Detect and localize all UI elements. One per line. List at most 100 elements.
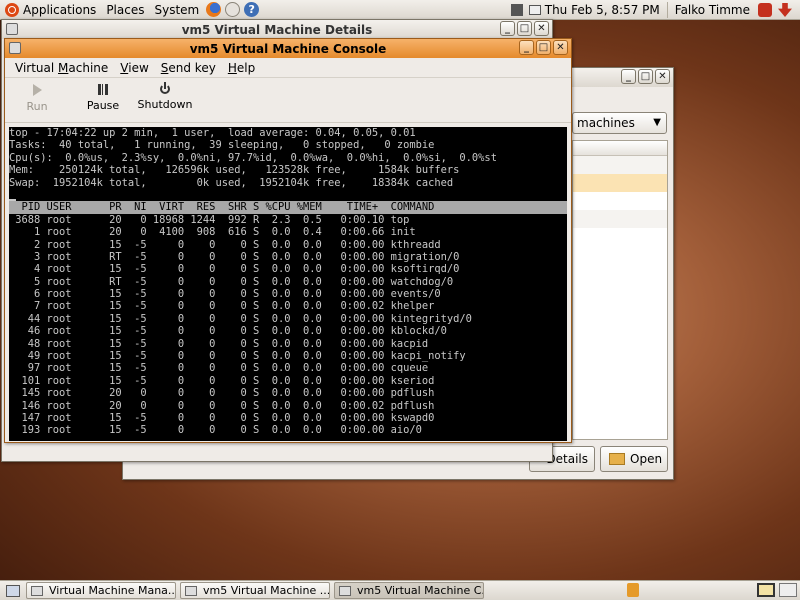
top-summary-line: Tasks: 40 total, 1 running, 39 sleeping,…	[9, 139, 435, 152]
applications-label: Applications	[23, 2, 97, 17]
power-icon[interactable]	[778, 3, 792, 17]
process-table-header: PID USER PR NI VIRT RES SHR S %CPU %MEM …	[9, 201, 567, 214]
close-button[interactable]: ✕	[553, 40, 568, 55]
taskbar-item-vm-console[interactable]: vm5 Virtual Machine C...	[334, 582, 484, 599]
vm-console-screen[interactable]: top - 17:04:22 up 2 min, 1 user, load av…	[9, 127, 567, 441]
process-row: 1 root 20 0 4100 908 616 S 0.0 0.4 0:00.…	[9, 226, 416, 239]
bottom-panel: Virtual Machine Mana... vm5 Virtual Mach…	[0, 580, 800, 600]
applications-menu[interactable]: Applications	[0, 0, 101, 20]
run-button[interactable]: Run	[15, 78, 59, 113]
list-row[interactable]	[573, 192, 667, 210]
vm-window-icon	[339, 585, 351, 596]
clock[interactable]: Thu Feb 5, 8:57 PM	[545, 0, 664, 20]
workspace-1-icon[interactable]	[757, 583, 775, 597]
minimize-button[interactable]: _	[519, 40, 534, 55]
list-row[interactable]	[573, 156, 667, 174]
cursor-line	[9, 189, 567, 202]
process-row: 44 root 15 -5 0 0 0 S 0.0 0.0 0:00.00 ki…	[9, 312, 472, 325]
process-row: 193 root 15 -5 0 0 0 S 0.0 0.0 0:00.00 a…	[9, 424, 422, 437]
list-header[interactable]	[573, 141, 667, 156]
process-row: 4 root 15 -5 0 0 0 S 0.0 0.0 0:00.00 kso…	[9, 263, 460, 276]
workspace-2-icon[interactable]	[779, 583, 797, 597]
folder-open-icon	[609, 453, 625, 465]
ubuntu-logo-icon	[5, 2, 19, 17]
shutdown-label: Shutdown	[137, 98, 193, 111]
top-summary-line: Mem: 250124k total, 126596k used, 123528…	[9, 164, 460, 177]
process-row: 7 root 15 -5 0 0 0 S 0.0 0.0 0:00.02 khe…	[9, 300, 435, 313]
process-row: 5 root RT -5 0 0 0 S 0.0 0.0 0:00.00 wat…	[9, 275, 454, 288]
taskbar-item-vm-manager[interactable]: Virtual Machine Mana...	[26, 582, 176, 599]
menu-text: achine	[68, 60, 109, 75]
menu-text: elp	[236, 60, 256, 75]
shutdown-icon	[160, 82, 170, 94]
process-row: 49 root 15 -5 0 0 0 S 0.0 0.0 0:00.00 ka…	[9, 350, 466, 363]
process-row: 48 root 15 -5 0 0 0 S 0.0 0.0 0:00.00 ka…	[9, 337, 429, 350]
console-titlebar[interactable]: vm5 Virtual Machine Console _ □ ✕	[5, 39, 571, 58]
menu-text: Virtual	[15, 60, 59, 75]
vm-window-icon	[6, 23, 18, 35]
vm-window-icon	[9, 42, 21, 54]
list-row[interactable]	[573, 210, 667, 228]
vm-list[interactable]	[572, 140, 668, 440]
play-icon	[32, 84, 42, 96]
minimize-button[interactable]: _	[621, 69, 636, 84]
taskbar-label: vm5 Virtual Machine C...	[357, 584, 484, 597]
menu-view[interactable]: View	[114, 61, 154, 75]
close-button[interactable]: ✕	[534, 21, 549, 36]
top-summary-line: Cpu(s): 0.0%us, 2.3%sy, 0.0%ni, 97.7%id,…	[9, 151, 497, 164]
menu-send-key[interactable]: Send key	[155, 61, 222, 75]
network-icon[interactable]	[510, 4, 523, 16]
console-menubar: Virtual Machine View Send key Help	[5, 58, 571, 78]
open-label: Open	[630, 452, 663, 466]
panel-separator	[666, 2, 668, 18]
menu-mnemonic: M	[58, 60, 69, 75]
list-row-selected[interactable]	[573, 174, 667, 192]
vm-console-window: vm5 Virtual Machine Console _ □ ✕ Virtua…	[4, 38, 572, 443]
process-row: 97 root 15 -5 0 0 0 S 0.0 0.0 0:00.00 cq…	[9, 362, 429, 375]
vm-window-icon	[31, 585, 43, 596]
machines-combo[interactable]: machines ▼	[572, 112, 667, 134]
top-panel: Applications Places System ? Thu Feb 5, …	[0, 0, 800, 20]
minimize-button[interactable]: _	[500, 21, 515, 36]
menu-help[interactable]: Help	[222, 61, 261, 75]
taskbar-label: vm5 Virtual Machine ...	[203, 584, 330, 597]
close-button[interactable]: ✕	[655, 69, 670, 84]
menu-text: end key	[168, 60, 216, 75]
show-desktop-icon[interactable]	[6, 584, 20, 597]
vm-window-icon	[185, 585, 197, 596]
help-icon[interactable]: ?	[244, 2, 260, 17]
details-titlebar[interactable]: vm5 Virtual Machine Details _ □ ✕	[2, 20, 552, 39]
process-row: 3 root RT -5 0 0 0 S 0.0 0.0 0:00.00 mig…	[9, 250, 460, 263]
lock-icon[interactable]	[627, 583, 639, 597]
process-row: 3688 root 20 0 18968 1244 992 R 2.3 0.5 …	[9, 213, 410, 226]
process-row: 2 root 15 -5 0 0 0 S 0.0 0.0 0:00.00 kth…	[9, 238, 441, 251]
maximize-button[interactable]: □	[517, 21, 532, 36]
maximize-button[interactable]: □	[638, 69, 653, 84]
console-title: vm5 Virtual Machine Console	[189, 41, 387, 56]
system-menu[interactable]: System	[149, 0, 204, 20]
process-row: 145 root 20 0 0 0 0 S 0.0 0.0 0:00.00 pd…	[9, 387, 435, 400]
menu-virtual-machine[interactable]: Virtual Machine	[9, 61, 114, 75]
taskbar-item-vm-details[interactable]: vm5 Virtual Machine ...	[180, 582, 330, 599]
user-switcher[interactable]: Falko Timme	[671, 0, 752, 20]
menu-text: iew	[128, 60, 149, 75]
logout-icon[interactable]	[758, 3, 772, 17]
process-row: 101 root 15 -5 0 0 0 S 0.0 0.0 0:00.00 k…	[9, 374, 435, 387]
firefox-icon[interactable]	[206, 2, 222, 17]
chevron-down-icon: ▼	[653, 117, 661, 128]
calendar-icon	[528, 5, 541, 15]
pause-button[interactable]: Pause	[81, 78, 125, 112]
shutdown-button[interactable]: Shutdown	[135, 78, 195, 111]
machines-combo-value: machines	[577, 116, 635, 130]
process-row: 46 root 15 -5 0 0 0 S 0.0 0.0 0:00.00 kb…	[9, 325, 447, 338]
details-title: vm5 Virtual Machine Details	[181, 22, 373, 37]
taskbar-label: Virtual Machine Mana...	[49, 584, 176, 597]
maximize-button[interactable]: □	[536, 40, 551, 55]
menu-mnemonic: H	[227, 60, 237, 75]
process-row: 6 root 15 -5 0 0 0 S 0.0 0.0 0:00.00 eve…	[9, 288, 441, 301]
open-button[interactable]: Open	[600, 446, 668, 472]
places-menu[interactable]: Places	[101, 0, 149, 20]
process-row: 147 root 15 -5 0 0 0 S 0.0 0.0 0:00.00 k…	[9, 411, 435, 424]
mail-icon[interactable]	[225, 2, 241, 17]
run-label: Run	[26, 100, 48, 113]
